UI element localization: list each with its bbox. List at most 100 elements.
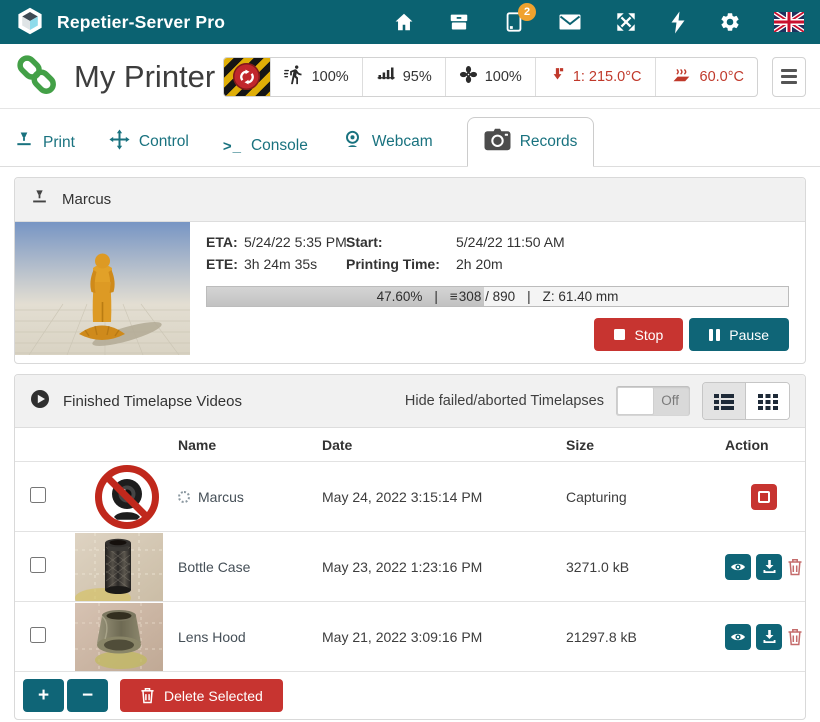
- grid-view-button[interactable]: [746, 383, 789, 419]
- delete-video-button[interactable]: [787, 628, 803, 646]
- emergency-stop-icon: [233, 63, 260, 90]
- list-view-button[interactable]: [703, 383, 746, 419]
- bed-temp-status[interactable]: 60.0°C: [655, 58, 758, 96]
- home-icon[interactable]: [393, 11, 415, 33]
- print-progress-bar: 47.60% | ≡308 / 890 | Z: 61.40 mm: [206, 286, 789, 307]
- toggle-state: Off: [661, 386, 679, 416]
- no-webcam-icon: [94, 464, 160, 530]
- select-all-button[interactable]: +: [23, 679, 64, 712]
- extruder-temp-value: 1: 215.0°C: [573, 69, 642, 85]
- eta-value: 5/24/22 5:35 PM: [244, 231, 346, 253]
- printer-menu-button[interactable]: [772, 57, 806, 97]
- job-details: ETA: 5/24/22 5:35 PM Start: 5/24/22 11:5…: [190, 222, 805, 363]
- tab-label: Print: [43, 134, 75, 152]
- job-actions: Stop Pause: [206, 318, 789, 351]
- pause-button[interactable]: Pause: [689, 318, 789, 351]
- emergency-stop-button[interactable]: [224, 58, 270, 96]
- tab-records[interactable]: Records: [467, 117, 595, 167]
- app-title: Repetier-Server Pro: [57, 12, 225, 33]
- brand[interactable]: Repetier-Server Pro: [16, 7, 225, 38]
- row-checkbox[interactable]: [30, 627, 46, 643]
- gear-icon[interactable]: [719, 11, 741, 33]
- speed-status[interactable]: 100%: [270, 58, 362, 96]
- video-thumbnail[interactable]: [75, 533, 163, 601]
- job-info-grid: ETA: 5/24/22 5:35 PM Start: 5/24/22 11:5…: [206, 231, 789, 275]
- timelapse-controls: Hide failed/aborted Timelapses Off: [405, 382, 790, 420]
- print-icon: [14, 130, 34, 155]
- ete-value: 3h 24m 35s: [244, 253, 346, 275]
- stop-square-icon: [758, 491, 770, 503]
- grid-icon: [758, 391, 778, 411]
- webcam-icon: [342, 129, 363, 155]
- layers-icon: ≡: [450, 289, 458, 304]
- video-date: May 24, 2022 3:15:14 PM: [322, 489, 566, 505]
- action-cell: [725, 484, 805, 510]
- download-video-button[interactable]: [756, 624, 782, 650]
- download-icon: [762, 629, 777, 644]
- stop-button[interactable]: Stop: [594, 318, 683, 351]
- view-video-button[interactable]: [725, 624, 751, 650]
- eye-icon: [730, 561, 746, 573]
- app-logo-icon: [16, 7, 44, 38]
- fan-value: 100%: [485, 69, 522, 85]
- capturing-spinner-icon: [178, 491, 190, 503]
- delete-video-button[interactable]: [787, 558, 803, 576]
- video-date: May 21, 2022 3:09:16 PM: [322, 629, 566, 645]
- list-icon: [714, 391, 734, 411]
- job-name: Marcus: [62, 191, 111, 208]
- stop-capture-button[interactable]: [751, 484, 777, 510]
- bed-temp-icon: [669, 65, 693, 89]
- video-name-cell: Marcus: [178, 489, 322, 505]
- row-checkbox[interactable]: [30, 487, 46, 503]
- navbar: Repetier-Server Pro 2: [0, 0, 820, 44]
- lightning-bolt-icon[interactable]: [670, 11, 686, 34]
- bed-temp-value: 60.0°C: [700, 69, 745, 85]
- stop-icon: [614, 329, 625, 340]
- print-job-panel: Marcus: [14, 177, 806, 364]
- video-name-cell: Lens Hood: [178, 629, 322, 645]
- speed-value: 100%: [312, 69, 349, 85]
- mail-icon[interactable]: [558, 11, 582, 33]
- col-name: Name: [178, 437, 322, 453]
- tab-print[interactable]: Print: [14, 119, 75, 166]
- toggle-handle: [617, 387, 654, 415]
- download-video-button[interactable]: [756, 554, 782, 580]
- extruder-temp-status[interactable]: 1: 215.0°C: [535, 58, 655, 96]
- flow-status[interactable]: 95%: [362, 58, 445, 96]
- video-name-cell: Bottle Case: [178, 559, 322, 575]
- tab-control[interactable]: Control: [109, 118, 189, 166]
- hide-failed-toggle[interactable]: Off: [616, 386, 690, 416]
- tab-label: Webcam: [372, 133, 433, 151]
- eye-icon: [730, 631, 746, 643]
- page-title: My Printer: [74, 59, 215, 95]
- job-preview-image: [15, 222, 190, 355]
- view-video-button[interactable]: [725, 554, 751, 580]
- printing-time-label: Printing Time:: [346, 253, 456, 275]
- video-thumbnail[interactable]: [75, 603, 163, 671]
- devices-icon[interactable]: 2: [503, 11, 525, 33]
- table-header-row: Name Date Size Action: [15, 428, 805, 462]
- archive-box-icon[interactable]: [448, 11, 470, 33]
- tab-console[interactable]: >_ Console: [223, 126, 308, 166]
- deselect-all-button[interactable]: −: [67, 679, 108, 712]
- expand-arrows-icon[interactable]: [615, 11, 637, 33]
- video-size: 3271.0 kB: [566, 559, 725, 575]
- chain-link-icon[interactable]: [14, 54, 60, 99]
- timelapse-panel: Finished Timelapse Videos Hide failed/ab…: [14, 374, 806, 720]
- tabbar: Print Control >_ Console Webcam: [0, 109, 820, 167]
- camera-icon: [484, 128, 511, 156]
- tab-webcam[interactable]: Webcam: [342, 118, 433, 166]
- timelapse-header: Finished Timelapse Videos Hide failed/ab…: [15, 375, 805, 428]
- z-height: Z: 61.40 mm: [543, 289, 619, 304]
- printer-header: My Printer 100%: [0, 44, 820, 109]
- row-checkbox[interactable]: [30, 557, 46, 573]
- play-circle-icon: [30, 389, 50, 413]
- tab-label: Console: [251, 137, 308, 155]
- col-action: Action: [725, 437, 805, 453]
- table-row: Marcus May 24, 2022 3:15:14 PM Capturing: [15, 462, 805, 532]
- language-flag-uk-icon[interactable]: [774, 12, 804, 32]
- start-value: 5/24/22 11:50 AM: [456, 231, 789, 253]
- video-size: Capturing: [566, 489, 725, 505]
- delete-selected-button[interactable]: Delete Selected: [120, 679, 283, 712]
- fan-status[interactable]: 100%: [445, 58, 535, 96]
